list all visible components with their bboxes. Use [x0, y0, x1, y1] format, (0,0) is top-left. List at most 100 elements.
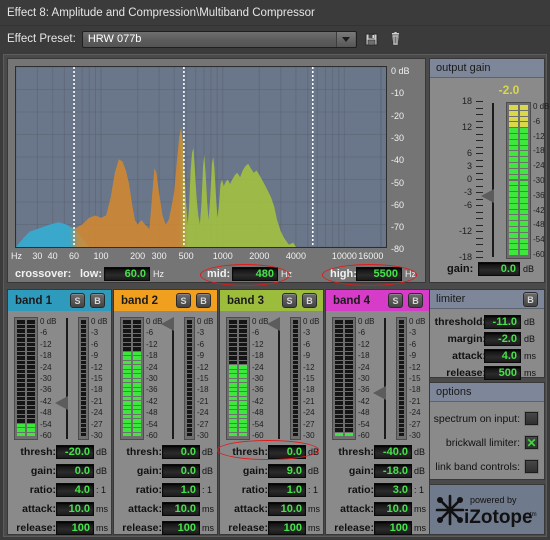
meter-segment: [17, 347, 25, 351]
fader-minor-tick: [476, 231, 483, 232]
band-1-thresh-input[interactable]: -20.0: [56, 445, 94, 459]
meter-segment: [27, 347, 35, 351]
meter-segment: [509, 157, 518, 163]
preset-dropdown[interactable]: HRW 077b: [81, 30, 357, 48]
band-4-release-input[interactable]: 100: [374, 521, 412, 535]
meter-scale-tick: 0 dB: [358, 317, 375, 326]
meter-segment: [239, 360, 247, 364]
meter-segment: [399, 329, 404, 333]
band-4-thresh-input[interactable]: -40.0: [374, 445, 412, 459]
limiter-input-2[interactable]: 4.0: [484, 349, 521, 363]
output-gain-input[interactable]: 0.0: [478, 262, 520, 276]
band-fader-thumb-3[interactable]: [267, 317, 280, 331]
band-params-2: thresh: 0.0 dB gain: 0.0 dB ratio: 1.0: 1 attack…: [114, 445, 217, 535]
output-fader-track[interactable]: [492, 103, 494, 257]
meter-scale-tick: -6: [252, 328, 260, 338]
meter-segment: [133, 365, 141, 369]
meter-segment: [229, 405, 237, 409]
meter-scale-tick: -27: [303, 419, 315, 429]
limiter-input-0[interactable]: -11.0: [484, 315, 521, 329]
meter-segment: [27, 383, 35, 387]
limiter-input-3[interactable]: 500: [484, 366, 521, 380]
spectrum-graph[interactable]: [15, 66, 387, 248]
band-2-attack-label: attack:: [128, 503, 162, 515]
band-1-ratio-input[interactable]: 4.0: [56, 483, 94, 497]
band-solo-button-3[interactable]: S: [282, 293, 297, 308]
band-fader-thumb-1[interactable]: [55, 396, 68, 411]
meter-segment: [17, 342, 25, 346]
fader-tick-label: 12: [461, 122, 472, 132]
meter-segment: [123, 320, 131, 324]
meter-scale-tick: -12: [91, 362, 103, 372]
band-1-gain-input[interactable]: 0.0: [56, 464, 94, 478]
meter-segment: [239, 423, 247, 427]
crossover-low-input[interactable]: 60.0: [104, 267, 150, 281]
band-2-ratio-input[interactable]: 1.0: [162, 483, 200, 497]
band-2-gain-input[interactable]: 0.0: [162, 464, 200, 478]
option-row: link band controls:: [430, 459, 546, 477]
limiter-input-1[interactable]: -2.0: [484, 332, 521, 346]
band-4-ratio-label: ratio:: [347, 484, 374, 496]
band-fader-track-1[interactable]: [66, 318, 68, 439]
spectrum-x-tick: 16000: [358, 251, 384, 261]
meter-segment: [519, 145, 528, 151]
output-gain-label: gain:: [447, 263, 474, 275]
band-fader-thumb-2[interactable]: [161, 317, 174, 331]
band-4-ratio-input[interactable]: 3.0: [374, 483, 412, 497]
band-solo-button-4[interactable]: S: [388, 293, 403, 308]
meter-segment: [229, 387, 237, 391]
band-bypass-button-3[interactable]: B: [302, 293, 317, 308]
band-1-attack-input[interactable]: 10.0: [56, 502, 94, 516]
band-3-ratio-input[interactable]: 1.0: [268, 483, 306, 497]
band-fader-track-4[interactable]: [384, 318, 386, 439]
band-1-thresh-unit: dB: [96, 447, 108, 457]
band-solo-button-1[interactable]: S: [70, 293, 85, 308]
meter-segment: [335, 401, 343, 405]
trash-can-icon[interactable]: [387, 30, 405, 48]
option-checkbox-2[interactable]: [524, 459, 539, 474]
output-fader-thumb[interactable]: [481, 189, 494, 203]
option-checkbox-0[interactable]: [524, 411, 539, 426]
band-bypass-button-4[interactable]: B: [408, 293, 423, 308]
meter-scale-tick: -15: [197, 374, 209, 383]
band-fader-thumb-4[interactable]: [373, 386, 386, 401]
meter-segment: [17, 410, 25, 414]
meter-segment: [81, 356, 86, 360]
band-3-thresh-input[interactable]: 0.0: [268, 445, 306, 459]
band-2-release-input[interactable]: 100: [162, 521, 200, 535]
meter-segment: [133, 324, 141, 328]
band-2-thresh-input[interactable]: 0.0: [162, 445, 200, 459]
band-1-release-input[interactable]: 100: [56, 521, 94, 535]
meter-segment: [17, 401, 25, 405]
meter-scale-tick: -24: [303, 408, 315, 418]
meter-segment: [133, 432, 141, 436]
meter-segment: [27, 396, 35, 400]
meter-segment: [27, 432, 35, 436]
meter-segment: [27, 423, 35, 427]
meter-segment: [81, 369, 86, 373]
option-label-1: brickwall limiter:: [445, 437, 520, 449]
meter-segment: [293, 396, 298, 400]
band-4-release-label: release:: [334, 522, 374, 534]
band-solo-button-2[interactable]: S: [176, 293, 191, 308]
band-3-gain-input[interactable]: 9.0: [268, 464, 306, 478]
limiter-bypass-button[interactable]: B: [523, 292, 538, 307]
option-checkbox-1[interactable]: ✕: [524, 435, 539, 450]
band-3-release-input[interactable]: 100: [268, 521, 306, 535]
band-4-gain-input[interactable]: -18.0: [374, 464, 412, 478]
band-2-attack-input[interactable]: 10.0: [162, 502, 200, 516]
chevron-down-icon[interactable]: [335, 31, 355, 47]
band-fader-track-2[interactable]: [172, 318, 174, 439]
crossover-high-input[interactable]: 5500: [356, 267, 402, 281]
floppy-disk-icon[interactable]: [363, 30, 381, 48]
band-bypass-button-2[interactable]: B: [196, 293, 211, 308]
meter-scale-tick: -27: [197, 419, 209, 429]
crossover-mid-input[interactable]: 480: [232, 267, 278, 281]
band-title-1: band 1: [15, 294, 53, 307]
meter-scale-tick: -48: [40, 408, 52, 418]
meter-segment: [229, 423, 237, 427]
band-4-attack-input[interactable]: 10.0: [374, 502, 412, 516]
band-bypass-button-1[interactable]: B: [90, 293, 105, 308]
band-fader-track-3[interactable]: [278, 318, 280, 439]
band-3-attack-input[interactable]: 10.0: [268, 502, 306, 516]
